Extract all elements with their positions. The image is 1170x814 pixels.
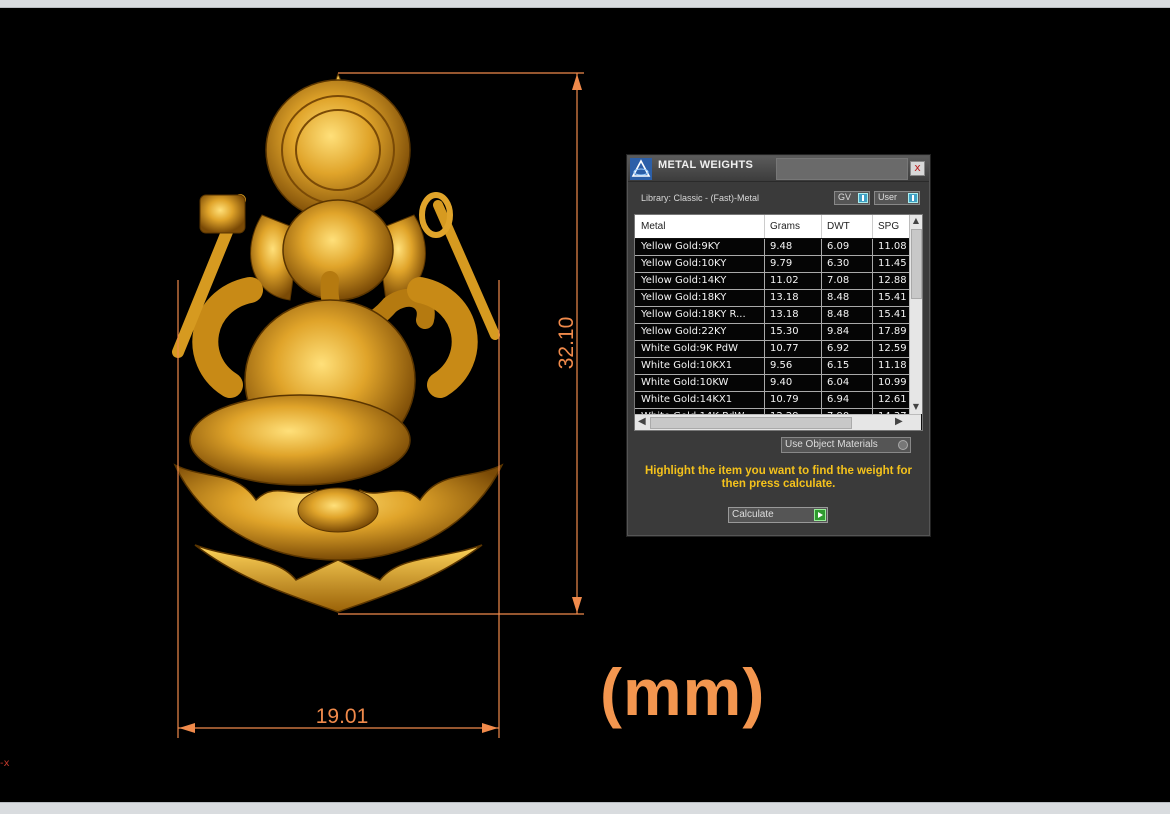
table-row[interactable]: Yellow Gold:10KY 9.79 6.30 11.45 [635,256,915,273]
window-bottom-frame [0,802,1170,814]
scroll-left-icon[interactable]: ◀ [638,416,646,427]
library-label: Library: Classic - (Fast)-Metal [641,193,760,203]
ganesha-pendant-model [172,72,504,613]
instruction-text: Highlight the item you want to find the … [644,465,913,490]
gv-button-label: GV [838,192,852,202]
height-label: 32.10 [555,317,578,370]
user-button[interactable]: User [874,191,920,205]
metal-weights-dialog: METAL WEIGHTS x Library: Classic - (Fast… [627,155,930,536]
column-header-spg[interactable]: SPG [878,221,899,232]
table-row[interactable]: White Gold:10KW 9.40 6.04 10.99 [635,375,915,392]
radio-icon [898,440,908,450]
table-row[interactable]: White Gold:14KX1 10.79 6.94 12.61 [635,392,915,409]
metal-weights-table[interactable]: Metal Grams DWT SPG Yellow Gold:9KY 9.48 6… [634,214,923,431]
dialog-titlebar[interactable]: METAL WEIGHTS x [628,156,929,182]
scroll-down-icon[interactable]: ▼ [910,401,922,413]
table-row[interactable]: Yellow Gold:22KY 15.30 9.84 17.89 [635,324,915,341]
titlebar-drag-area[interactable] [776,158,908,180]
column-header-dwt[interactable]: DWT [827,221,850,232]
horizontal-scrollbar[interactable]: ◀ ▶ [635,414,921,430]
dialog-title: METAL WEIGHTS [658,159,754,171]
table-header: Metal Grams DWT SPG [635,215,915,238]
scroll-up-icon[interactable]: ▲ [910,215,922,227]
vertical-scrollbar[interactable]: ▲ ▼ [909,215,922,414]
use-object-materials-toggle[interactable]: Use Object Materials [781,437,911,453]
scroll-right-icon[interactable]: ▶ [895,416,903,427]
table-row[interactable]: Yellow Gold:9KY 9.48 6.09 11.08 [635,239,915,256]
calculate-button[interactable]: Calculate [728,507,828,523]
column-header-grams[interactable]: Grams [770,221,800,232]
column-header-metal[interactable]: Metal [641,221,665,232]
vertical-scroll-thumb[interactable] [911,229,922,299]
info-icon [908,193,918,203]
gv-button[interactable]: GV [834,191,870,205]
table-row[interactable]: White Gold:10KX1 9.56 6.15 11.18 [635,358,915,375]
model-render: 32.10 19.01 [172,72,584,738]
table-row[interactable]: Yellow Gold:14KY 11.02 7.08 12.88 [635,273,915,290]
close-button[interactable]: x [910,161,925,176]
horizontal-scroll-thumb[interactable] [650,417,852,429]
play-icon [814,509,826,521]
table-row[interactable]: Yellow Gold:18KY 13.18 8.48 15.41 [635,290,915,307]
units-label: (mm) [600,655,766,729]
table-row[interactable]: Yellow Gold:18KY R... 13.18 8.48 15.41 [635,307,915,324]
use-object-materials-label: Use Object Materials [785,439,878,450]
user-button-label: User [878,192,898,202]
width-label: 19.01 [316,705,369,728]
app-logo-icon [630,158,652,180]
info-icon [858,193,868,203]
calculate-button-label: Calculate [732,509,774,520]
table-body: Yellow Gold:9KY 9.48 6.09 11.08 Yellow Gold… [635,239,915,426]
table-row[interactable]: White Gold:9K PdW 10.77 6.92 12.59 [635,341,915,358]
